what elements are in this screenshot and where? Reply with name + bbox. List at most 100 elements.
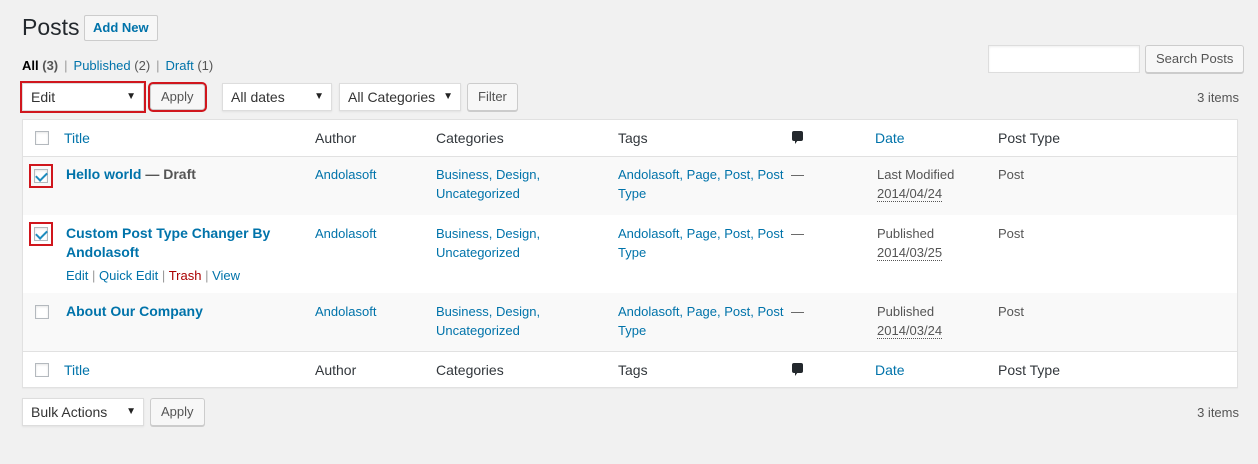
post-title-link[interactable]: Custom Post Type Changer By xyxy=(66,225,270,241)
date-filter-select[interactable]: All dates ▼ xyxy=(222,83,332,111)
page-title: Posts xyxy=(22,14,80,40)
category-links[interactable]: Business, Design, xyxy=(436,304,540,319)
comment-bubble-icon xyxy=(792,363,803,376)
date-status: Published xyxy=(877,226,935,241)
filter-button[interactable]: Filter xyxy=(467,83,518,111)
category-link-uncategorized[interactable]: Uncategorized xyxy=(436,323,520,338)
row-checkbox-highlight xyxy=(29,164,53,188)
tag-link-type[interactable]: Type xyxy=(618,323,646,338)
category-links[interactable]: Business, Design, xyxy=(436,167,540,182)
post-title-link[interactable]: Hello world xyxy=(66,166,141,182)
view-published-link[interactable]: Published (2) xyxy=(74,58,151,73)
column-author: Author xyxy=(315,130,357,146)
column-title-sort[interactable]: Title xyxy=(64,362,90,378)
bulk-action-value: Edit xyxy=(31,89,56,105)
column-categories: Categories xyxy=(436,130,504,146)
post-title-cell: Hello world — Draft xyxy=(66,165,196,184)
post-title-link[interactable]: About Our Company xyxy=(66,302,203,321)
column-post-type: Post Type xyxy=(998,362,1061,378)
row-checkbox[interactable] xyxy=(35,305,49,319)
category-filter-value: All Categories xyxy=(348,89,436,105)
post-type-cell: Post xyxy=(998,226,1025,241)
items-count-bottom: 3 items xyxy=(1197,405,1239,420)
triangle-down-icon: ▼ xyxy=(314,91,324,102)
table-header: Title Author Categories Tags Date Post T… xyxy=(23,120,1237,156)
apply-button-bottom[interactable]: Apply xyxy=(150,398,205,426)
column-tags: Tags xyxy=(618,130,648,146)
author-link[interactable]: Andolasoft xyxy=(315,302,376,321)
view-draft-link[interactable]: Draft (1) xyxy=(166,58,214,73)
trash-action[interactable]: Trash xyxy=(169,268,202,283)
bulk-action-value: Bulk Actions xyxy=(31,404,108,420)
edit-action[interactable]: Edit xyxy=(66,268,88,283)
column-author: Author xyxy=(315,362,357,378)
quick-edit-action[interactable]: Quick Edit xyxy=(99,268,158,283)
comments-cell: — xyxy=(791,226,804,241)
bulk-action-select[interactable]: Edit ▼ xyxy=(20,81,146,113)
posts-table: Title Author Categories Tags Date Post T… xyxy=(22,119,1238,388)
date-cell: Published 2014/03/25 xyxy=(877,224,943,262)
author-link[interactable]: Andolasoft xyxy=(315,165,376,184)
select-all-checkbox-footer[interactable] xyxy=(35,363,49,377)
category-link-uncategorized[interactable]: Uncategorized xyxy=(436,186,520,201)
date-cell: Last Modified 2014/04/24 xyxy=(877,165,954,203)
view-all-link[interactable]: All (3) xyxy=(22,58,58,73)
category-link-uncategorized[interactable]: Uncategorized xyxy=(436,245,520,260)
table-row: Hello world — Draft Andolasoft Business,… xyxy=(23,157,1237,215)
tag-links[interactable]: Andolasoft, Page, Post, Post xyxy=(618,226,784,241)
view-action[interactable]: View xyxy=(212,268,240,283)
select-all-checkbox[interactable] xyxy=(35,131,49,145)
date-cell: Published 2014/03/24 xyxy=(877,302,943,340)
tag-links[interactable]: Andolasoft, Page, Post, Post xyxy=(618,167,784,182)
column-tags: Tags xyxy=(618,362,648,378)
tags-cell: Andolasoft, Page, Post, Post Type xyxy=(618,165,784,203)
post-type-cell: Post xyxy=(998,167,1025,182)
add-new-button[interactable]: Add New xyxy=(84,15,158,41)
date-status: Published xyxy=(877,304,935,319)
column-categories: Categories xyxy=(436,362,504,378)
categories-cell: Business, Design, Uncategorized xyxy=(436,302,540,340)
tags-cell: Andolasoft, Page, Post, Post Type xyxy=(618,302,784,340)
date-status: Last Modified xyxy=(877,167,955,182)
column-post-type: Post Type xyxy=(998,130,1061,146)
post-title-link-cont[interactable]: Andolasoft xyxy=(66,244,139,260)
comments-cell: — xyxy=(791,167,804,182)
column-date-sort[interactable]: Date xyxy=(875,362,905,378)
search-input[interactable] xyxy=(988,45,1140,73)
comment-bubble-icon xyxy=(792,131,803,144)
apply-button[interactable]: Apply xyxy=(148,82,207,112)
row-checkbox[interactable] xyxy=(34,227,48,241)
table-row: Custom Post Type Changer By Andolasoft E… xyxy=(23,215,1237,293)
date-value: 2014/03/24 xyxy=(877,323,943,339)
triangle-down-icon: ▼ xyxy=(126,91,136,102)
tag-links[interactable]: Andolasoft, Page, Post, Post xyxy=(618,304,784,319)
tag-link-type[interactable]: Type xyxy=(618,186,646,201)
date-value: 2014/04/24 xyxy=(877,186,943,202)
triangle-down-icon: ▼ xyxy=(126,406,136,417)
date-filter-value: All dates xyxy=(231,89,285,105)
post-state: — Draft xyxy=(141,166,196,182)
tag-link-type[interactable]: Type xyxy=(618,245,646,260)
bulk-action-select-bottom[interactable]: Bulk Actions ▼ xyxy=(22,398,144,426)
column-date-sort[interactable]: Date xyxy=(875,130,905,146)
row-checkbox[interactable] xyxy=(34,169,48,183)
category-filter-select[interactable]: All Categories ▼ xyxy=(339,83,461,111)
post-status-views: All (3) | Published (2) | Draft (1) xyxy=(22,58,214,73)
categories-cell: Business, Design, Uncategorized xyxy=(436,224,540,262)
row-checkbox-highlight xyxy=(29,222,53,246)
triangle-down-icon: ▼ xyxy=(443,91,453,102)
column-title-sort[interactable]: Title xyxy=(64,130,90,146)
table-footer: Title Author Categories Tags Date Post T… xyxy=(23,352,1237,387)
items-count: 3 items xyxy=(1197,90,1239,105)
comments-cell: — xyxy=(791,304,804,319)
search-posts-button[interactable]: Search Posts xyxy=(1145,45,1245,73)
post-type-cell: Post xyxy=(998,304,1025,319)
categories-cell: Business, Design, Uncategorized xyxy=(436,165,540,203)
post-title-cell: Custom Post Type Changer By Andolasoft xyxy=(66,224,270,262)
category-links[interactable]: Business, Design, xyxy=(436,226,540,241)
author-link[interactable]: Andolasoft xyxy=(315,224,376,243)
table-row: About Our Company Andolasoft Business, D… xyxy=(23,293,1237,351)
row-actions: Edit | Quick Edit | Trash | View xyxy=(66,268,241,283)
tags-cell: Andolasoft, Page, Post, Post Type xyxy=(618,224,784,262)
date-value: 2014/03/25 xyxy=(877,245,943,261)
